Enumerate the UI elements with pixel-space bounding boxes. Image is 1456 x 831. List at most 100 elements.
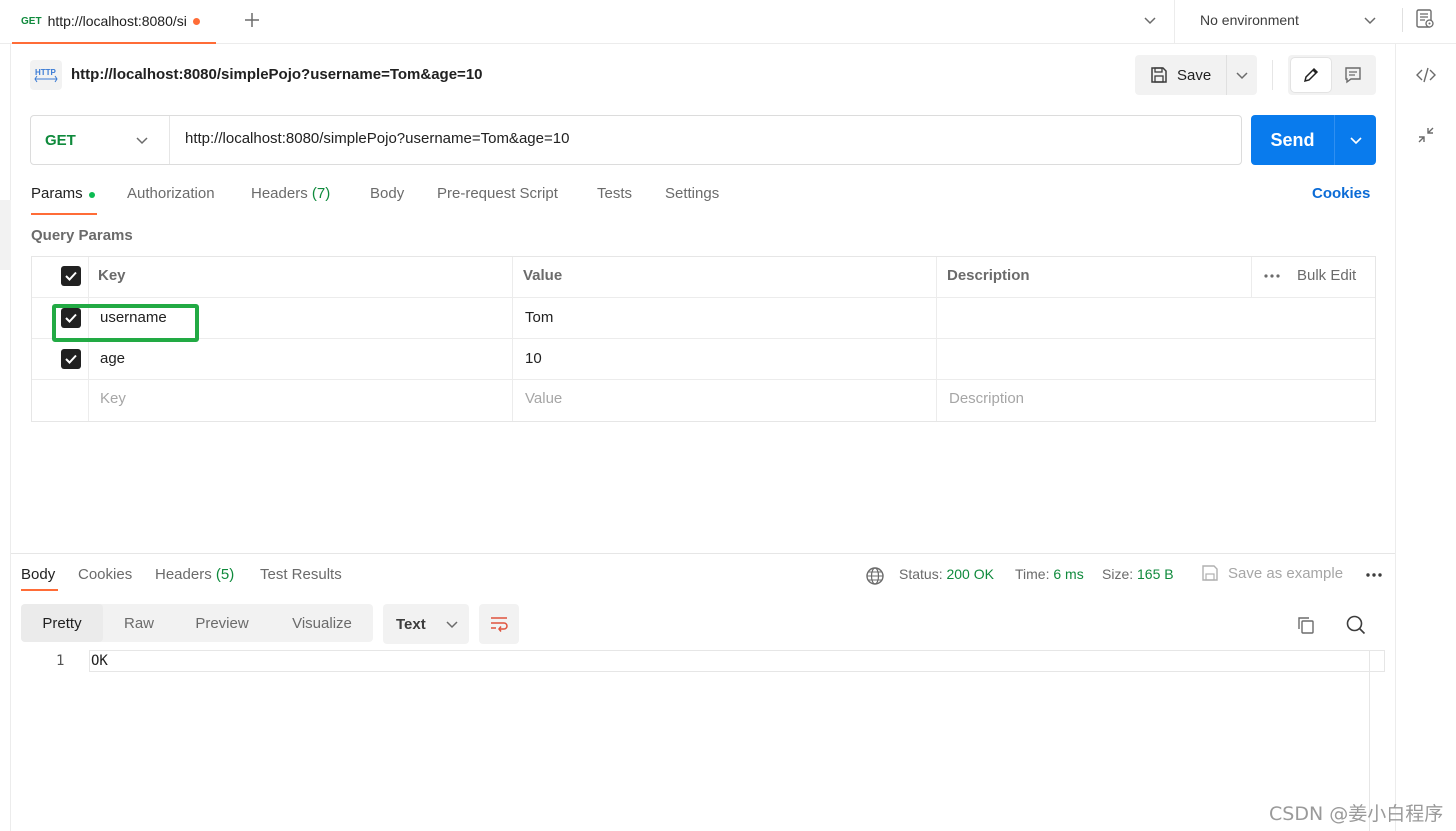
environment-chevron-icon[interactable] <box>1360 10 1380 30</box>
annotation-highlight-box <box>52 304 199 342</box>
row-divider <box>32 297 1375 298</box>
tab-settings[interactable]: Settings <box>665 185 719 215</box>
status-label: Status: <box>899 566 943 582</box>
tab-authorization[interactable]: Authorization <box>127 185 215 215</box>
tab-body[interactable]: Body <box>370 185 404 215</box>
watermark-text: CSDN @姜小白程序 <box>1269 803 1444 825</box>
tab-title: http://localhost:8080/si <box>47 13 187 29</box>
more-options-icon[interactable] <box>1262 266 1282 286</box>
http-icon-text: HTTP <box>35 68 57 77</box>
size-readout[interactable]: Size: 165 B <box>1102 566 1174 582</box>
column-divider <box>1251 257 1252 297</box>
globe-icon[interactable] <box>864 565 886 587</box>
column-header-value: Value <box>523 267 563 284</box>
check-icon <box>65 354 77 364</box>
chevron-down-icon <box>446 621 458 629</box>
chevron-down-icon <box>1236 72 1248 80</box>
tabs-dropdown-chevron-icon[interactable] <box>1140 10 1160 30</box>
params-active-dot-icon <box>88 192 95 198</box>
new-value-input[interactable]: Value <box>525 390 562 407</box>
view-pretty-button[interactable]: Pretty <box>21 604 103 642</box>
time-readout[interactable]: Time: 6 ms <box>1015 566 1084 582</box>
tab-params[interactable]: Params <box>31 185 97 215</box>
response-body-text[interactable]: OK <box>91 653 108 669</box>
new-key-input[interactable]: Key <box>100 390 126 407</box>
status-value: 200 OK <box>946 566 994 582</box>
copy-icon[interactable] <box>1295 614 1317 636</box>
code-line-highlight <box>89 650 1385 672</box>
comments-button[interactable] <box>1334 58 1372 92</box>
save-label: Save <box>1177 66 1212 84</box>
save-as-example-button[interactable]: Save as example <box>1200 563 1343 583</box>
divider <box>1272 60 1273 90</box>
send-button[interactable]: Send <box>1251 115 1335 165</box>
tab-headers-count: (7) <box>311 185 331 202</box>
save-button-group[interactable]: Save <box>1135 55 1257 95</box>
sidebar-handle[interactable] <box>0 200 11 270</box>
new-description-input[interactable]: Description <box>949 390 1024 407</box>
size-label: Size: <box>1102 566 1134 582</box>
column-divider <box>512 257 513 421</box>
send-options-button[interactable] <box>1335 115 1376 165</box>
tab-tests[interactable]: Tests <box>597 185 632 215</box>
bulk-edit-button[interactable]: Bulk Edit <box>1297 267 1356 284</box>
column-header-key: Key <box>98 267 126 284</box>
select-all-checkbox[interactable] <box>61 266 81 286</box>
divider <box>1174 0 1175 44</box>
left-sidebar-edge <box>0 44 11 831</box>
edit-mode-button[interactable] <box>1291 58 1331 92</box>
param-key-cell[interactable]: age <box>100 350 125 367</box>
tab-pre-request-script[interactable]: Pre-request Script <box>437 185 558 215</box>
collapse-panel-icon[interactable] <box>1415 124 1437 146</box>
response-tab-headers-label: Headers <box>155 566 212 583</box>
save-button[interactable]: Save <box>1135 55 1227 95</box>
response-tab-test-results[interactable]: Test Results <box>260 566 342 583</box>
param-checkbox[interactable] <box>61 349 81 369</box>
view-raw-button[interactable]: Raw <box>108 604 170 642</box>
environment-select[interactable]: No environment <box>1186 6 1386 34</box>
format-label: Text <box>396 615 426 633</box>
size-value: 165 B <box>1137 566 1174 582</box>
save-disk-icon <box>1202 565 1218 581</box>
response-tab-cookies[interactable]: Cookies <box>78 566 132 583</box>
comment-icon <box>1345 67 1361 84</box>
response-more-icon[interactable] <box>1363 565 1385 585</box>
tab-method: GET <box>21 15 42 27</box>
plus-icon <box>245 13 259 27</box>
response-divider[interactable] <box>11 553 1395 554</box>
view-preview-button[interactable]: Preview <box>180 604 264 642</box>
row-divider <box>32 379 1375 380</box>
view-visualize-button[interactable]: Visualize <box>276 604 368 642</box>
chevron-down-icon <box>1349 137 1362 145</box>
request-title[interactable]: http://localhost:8080/simplePojo?usernam… <box>71 66 483 83</box>
time-value: 6 ms <box>1053 566 1084 582</box>
column-header-description: Description <box>947 267 1030 284</box>
send-button-group[interactable]: Send <box>1251 115 1376 165</box>
cookies-link[interactable]: Cookies <box>1312 185 1370 202</box>
time-label: Time: <box>1015 566 1050 582</box>
params-table <box>31 256 1376 422</box>
unsaved-dot-icon <box>192 17 200 25</box>
right-rail-divider <box>1395 44 1396 831</box>
status-readout[interactable]: Status: 200 OK <box>899 566 994 582</box>
param-value-cell[interactable]: Tom <box>525 309 553 326</box>
search-icon[interactable] <box>1344 613 1368 637</box>
response-tab-headers[interactable]: Headers (5) <box>155 566 234 583</box>
save-as-example-label: Save as example <box>1228 564 1344 582</box>
tab-headers[interactable]: Headers (7) <box>251 185 330 215</box>
response-format-select[interactable]: Text <box>383 604 469 644</box>
param-value-cell[interactable]: 10 <box>525 350 542 367</box>
request-tab[interactable]: GET http://localhost:8080/si <box>12 0 216 44</box>
wrap-lines-icon <box>491 617 508 632</box>
response-tab-body[interactable]: Body <box>21 566 58 591</box>
method-chevron-icon[interactable] <box>132 130 152 150</box>
url-input[interactable]: http://localhost:8080/simplePojo?usernam… <box>185 130 569 147</box>
new-tab-button[interactable] <box>240 8 264 32</box>
divider <box>1402 8 1403 32</box>
line-number: 1 <box>56 653 65 669</box>
wrap-lines-button[interactable] <box>479 604 519 644</box>
environment-quick-look-icon[interactable] <box>1414 8 1438 32</box>
save-options-button[interactable] <box>1227 55 1257 95</box>
tab-headers-label: Headers <box>251 185 308 202</box>
code-snippet-icon[interactable] <box>1413 62 1439 88</box>
